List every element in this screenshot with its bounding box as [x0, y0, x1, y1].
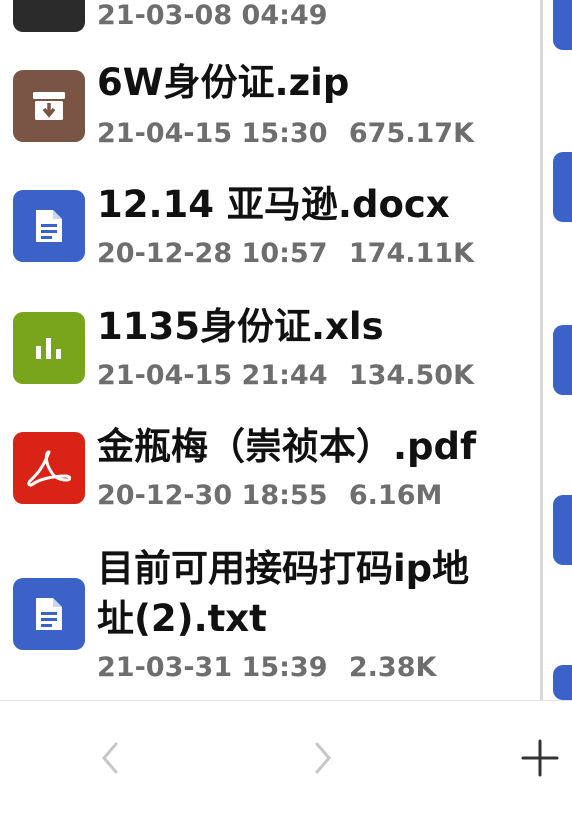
bottom-toolbar [0, 700, 572, 818]
add-button[interactable] [515, 733, 565, 783]
file-name-line2: 址(2).txt [97, 597, 267, 640]
file-meta: 20-12-28 10:57 174.11K [97, 238, 474, 269]
file-size: 6.16M [348, 480, 443, 511]
file-date: 21-03-08 04:49 [97, 0, 328, 31]
list-item[interactable]: 6W身份证.zip 21-04-15 15:30 675.17K [0, 60, 540, 170]
file-name-line1: 目前可用接码打码ip地 [97, 547, 470, 590]
file-meta: 21-04-15 15:30 675.17K [97, 118, 474, 149]
list-item[interactable]: 目前可用接码打码ip地 址(2).txt 21-03-31 15:39 2.38… [0, 546, 540, 696]
file-meta: 21-03-08 04:49 [97, 0, 327, 31]
file-meta: 21-03-31 15:39 2.38K [97, 652, 436, 683]
list-item[interactable]: 金瓶梅（崇祯本）.pdf 20-12-30 18:55 6.16M [0, 424, 540, 534]
adjacent-file-icon-peek [553, 152, 572, 222]
forward-button[interactable] [303, 733, 343, 783]
pdf-icon [13, 432, 85, 504]
adjacent-file-icon-peek [553, 0, 572, 50]
file-date: 21-04-15 21:44 [97, 360, 328, 391]
file-size: 134.50K [348, 360, 475, 391]
chevron-left-icon [102, 742, 118, 774]
archive-icon [13, 70, 85, 142]
back-button[interactable] [90, 733, 130, 783]
file-size: 174.11K [348, 238, 475, 269]
chevron-right-icon [315, 742, 331, 774]
file-date: 20-12-30 18:55 [97, 480, 328, 511]
file-size: 2.38K [348, 652, 437, 683]
file-date: 21-03-31 15:39 [97, 652, 328, 683]
file-icon [13, 0, 85, 32]
file-name: 1135身份证.xls [97, 305, 384, 348]
list-item[interactable]: 21-03-08 04:49 [0, 0, 540, 40]
file-meta: 20-12-30 18:55 6.16M [97, 480, 442, 511]
file-date: 21-04-15 15:30 [97, 118, 328, 149]
adjacent-file-icon-peek [553, 325, 572, 395]
adjacent-file-icon-peek [553, 665, 572, 700]
file-name: 金瓶梅（崇祯本）.pdf [97, 425, 477, 468]
file-name: 12.14 亚马逊.docx [97, 183, 450, 226]
document-icon [13, 578, 85, 650]
adjacent-file-icon-peek [553, 495, 572, 565]
file-name: 6W身份证.zip [97, 61, 350, 104]
plus-icon [521, 739, 559, 777]
spreadsheet-chart-icon [13, 312, 85, 384]
file-meta: 21-04-15 21:44 134.50K [97, 360, 474, 391]
list-item[interactable]: 12.14 亚马逊.docx 20-12-28 10:57 174.11K [0, 182, 540, 292]
list-item[interactable]: 1135身份证.xls 21-04-15 21:44 134.50K [0, 304, 540, 414]
document-icon [13, 190, 85, 262]
panel-divider [540, 0, 543, 700]
file-list: 21-03-08 04:49 6W身份证.zip 21-04-15 15:30 … [0, 0, 540, 700]
file-size: 675.17K [348, 118, 475, 149]
file-date: 20-12-28 10:57 [97, 238, 328, 269]
